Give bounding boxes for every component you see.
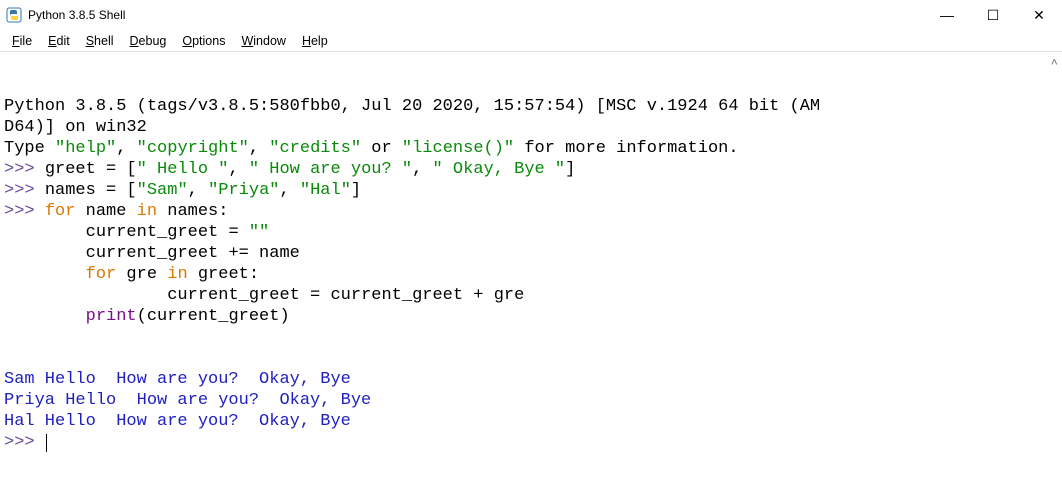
python-icon xyxy=(6,7,22,23)
menu-file[interactable]: File xyxy=(4,32,40,50)
window-title: Python 3.8.5 Shell xyxy=(28,8,125,22)
menu-shell[interactable]: Shell xyxy=(78,32,122,50)
code-line: current_greet += name xyxy=(4,244,300,263)
menu-help[interactable]: Help xyxy=(294,32,336,50)
close-button[interactable]: ✕ xyxy=(1016,0,1062,30)
code-line: >>> greet = [" Hello ", " How are you? "… xyxy=(4,160,575,179)
text-cursor xyxy=(46,434,47,452)
shell-output[interactable]: ^ Python 3.8.5 (tags/v3.8.5:580fbb0, Jul… xyxy=(0,52,1062,504)
output-line: Sam Hello How are you? Okay, Bye xyxy=(4,370,361,389)
code-line: current_greet = "" xyxy=(4,223,269,242)
prompt-line[interactable]: >>> xyxy=(4,433,47,452)
output-line: Priya Hello How are you? Okay, Bye xyxy=(4,391,381,410)
code-line: print(current_greet) xyxy=(4,307,290,326)
scroll-indicator-icon: ^ xyxy=(1051,54,1058,75)
output-line: Hal Hello How are you? Okay, Bye xyxy=(4,412,361,431)
window-controls: — ☐ ✕ xyxy=(924,0,1062,30)
maximize-button[interactable]: ☐ xyxy=(970,0,1016,30)
blank-line xyxy=(4,349,14,368)
code-line: current_greet = current_greet + gre xyxy=(4,286,524,305)
code-line: >>> for name in names: xyxy=(4,202,228,221)
menu-window[interactable]: Window xyxy=(233,32,293,50)
menu-edit[interactable]: Edit xyxy=(40,32,78,50)
minimize-button[interactable]: — xyxy=(924,0,970,30)
code-line: for gre in greet: xyxy=(4,265,259,284)
banner-line: Python 3.8.5 (tags/v3.8.5:580fbb0, Jul 2… xyxy=(4,97,820,116)
menu-options[interactable]: Options xyxy=(174,32,233,50)
menubar: File Edit Shell Debug Options Window Hel… xyxy=(0,30,1062,52)
titlebar: Python 3.8.5 Shell — ☐ ✕ xyxy=(0,0,1062,30)
blank-line xyxy=(4,328,14,347)
help-line: Type "help", "copyright", "credits" or "… xyxy=(4,139,739,158)
menu-debug[interactable]: Debug xyxy=(122,32,175,50)
code-line: >>> names = ["Sam", "Priya", "Hal"] xyxy=(4,181,361,200)
banner-line: D64)] on win32 xyxy=(4,118,147,137)
